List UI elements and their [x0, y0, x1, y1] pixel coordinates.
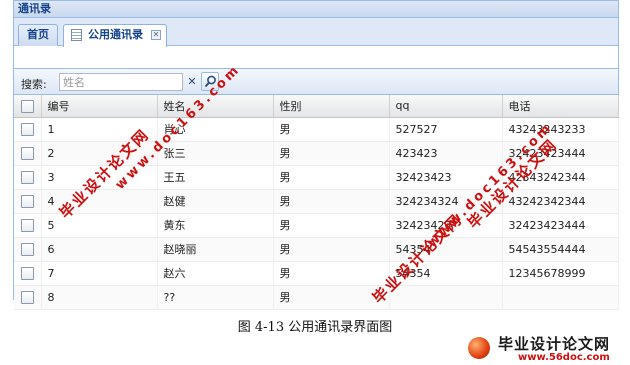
column-header-name[interactable]: 姓名 — [157, 95, 274, 118]
cell-phone: 43243243233 — [502, 117, 619, 142]
search-button[interactable] — [201, 72, 219, 91]
cell-qq: 54354 — [389, 261, 503, 286]
cell-qq: 324234324 — [389, 189, 503, 214]
cell-qq: 54354 — [389, 237, 503, 262]
logo-site: www.56doc.com — [518, 352, 610, 363]
cell-gender: 男 — [273, 261, 390, 286]
cell-id: 6 — [41, 237, 158, 262]
cell-id: 1 — [41, 117, 158, 142]
row-checkbox[interactable] — [14, 285, 42, 310]
cell-name: 赵晓丽 — [157, 237, 274, 262]
clear-search-icon[interactable]: ✕ — [185, 75, 199, 89]
column-header-phone[interactable]: 电话 — [502, 95, 619, 118]
cell-gender: 男 — [273, 237, 390, 262]
cell-gender: 男 — [273, 165, 390, 190]
window-title: 通讯录 — [14, 1, 618, 18]
cell-phone: 12345678999 — [502, 261, 619, 286]
column-header-gender[interactable]: 性别 — [273, 95, 390, 118]
cell-qq: 32423423 — [389, 213, 503, 238]
logo-name: 毕业设计论文网 — [498, 335, 611, 353]
cell-id: 8 — [41, 285, 158, 310]
site-logo: 毕业设计论文网 www.56doc.com — [466, 333, 626, 363]
logo-ball-icon — [468, 337, 490, 359]
cell-gender: 男 — [273, 189, 390, 214]
contacts-grid: 编号 姓名 性别 qq 电话 1 肖心 男 527527 43243243233… — [14, 95, 619, 310]
row-checkbox[interactable] — [14, 165, 42, 190]
cell-phone: 54543554444 — [502, 237, 619, 262]
table-row[interactable]: 2 张三 男 423423 32423423444 — [14, 141, 619, 166]
cell-id: 4 — [41, 189, 158, 214]
row-checkbox[interactable] — [14, 117, 42, 142]
cell-phone: 32423423444 — [502, 213, 619, 238]
cell-id: 7 — [41, 261, 158, 286]
search-label: 搜索: — [21, 78, 47, 91]
table-row[interactable]: 5 黄东 男 32423423 32423423444 — [14, 213, 619, 238]
tab-strip: 首页 公用通讯录 ✕ — [14, 18, 618, 47]
cell-id: 3 — [41, 165, 158, 190]
select-all-checkbox[interactable] — [14, 95, 42, 118]
cell-qq — [389, 285, 503, 310]
cell-phone: 32423423444 — [502, 141, 619, 166]
cell-gender: 男 — [273, 285, 390, 310]
row-checkbox[interactable] — [14, 261, 42, 286]
cell-qq: 423423 — [389, 141, 503, 166]
cell-gender: 男 — [273, 117, 390, 142]
cell-gender: 男 — [273, 213, 390, 238]
cell-name: 赵健 — [157, 189, 274, 214]
row-checkbox[interactable] — [14, 141, 42, 166]
tab-public-contacts[interactable]: 公用通讯录 ✕ — [63, 24, 167, 47]
cell-name: 赵六 — [157, 261, 274, 286]
cell-name: 王五 — [157, 165, 274, 190]
search-toolbar: 搜索: ✕ — [14, 68, 618, 95]
cell-name: 张三 — [157, 141, 274, 166]
cell-qq: 527527 — [389, 117, 503, 142]
grid-header-row: 编号 姓名 性别 qq 电话 — [14, 95, 619, 118]
cell-name: ?? — [157, 285, 274, 310]
row-checkbox[interactable] — [14, 189, 42, 214]
row-checkbox[interactable] — [14, 213, 42, 238]
table-row[interactable]: 3 王五 男 32423423 42343242344 — [14, 165, 619, 190]
cell-name: 肖心 — [157, 117, 274, 142]
table-row[interactable]: 8 ?? 男 — [14, 285, 619, 310]
cell-id: 5 — [41, 213, 158, 238]
cell-phone: 43242342344 — [502, 189, 619, 214]
tab-label: 公用通讯录 — [88, 28, 143, 41]
column-header-qq[interactable]: qq — [389, 95, 503, 118]
column-header-id[interactable]: 编号 — [41, 95, 158, 118]
cell-phone — [502, 285, 619, 310]
document-icon — [71, 29, 82, 41]
table-row[interactable]: 7 赵六 男 54354 12345678999 — [14, 261, 619, 286]
cell-qq: 32423423 — [389, 165, 503, 190]
cell-gender: 男 — [273, 141, 390, 166]
cell-id: 2 — [41, 141, 158, 166]
table-row[interactable]: 1 肖心 男 527527 43243243233 — [14, 117, 619, 142]
row-checkbox[interactable] — [14, 237, 42, 262]
contacts-window: 通讯录 首页 公用通讯录 ✕ 搜索: ✕ 编号 姓名 性别 — [13, 0, 619, 310]
table-row[interactable]: 6 赵晓丽 男 54354 54543554444 — [14, 237, 619, 262]
search-input[interactable] — [59, 73, 183, 91]
cell-name: 黄东 — [157, 213, 274, 238]
cell-phone: 42343242344 — [502, 165, 619, 190]
search-icon — [204, 75, 216, 88]
close-tab-icon[interactable]: ✕ — [151, 30, 161, 40]
table-row[interactable]: 4 赵健 男 324234324 43242342344 — [14, 189, 619, 214]
tab-home[interactable]: 首页 — [18, 24, 58, 46]
